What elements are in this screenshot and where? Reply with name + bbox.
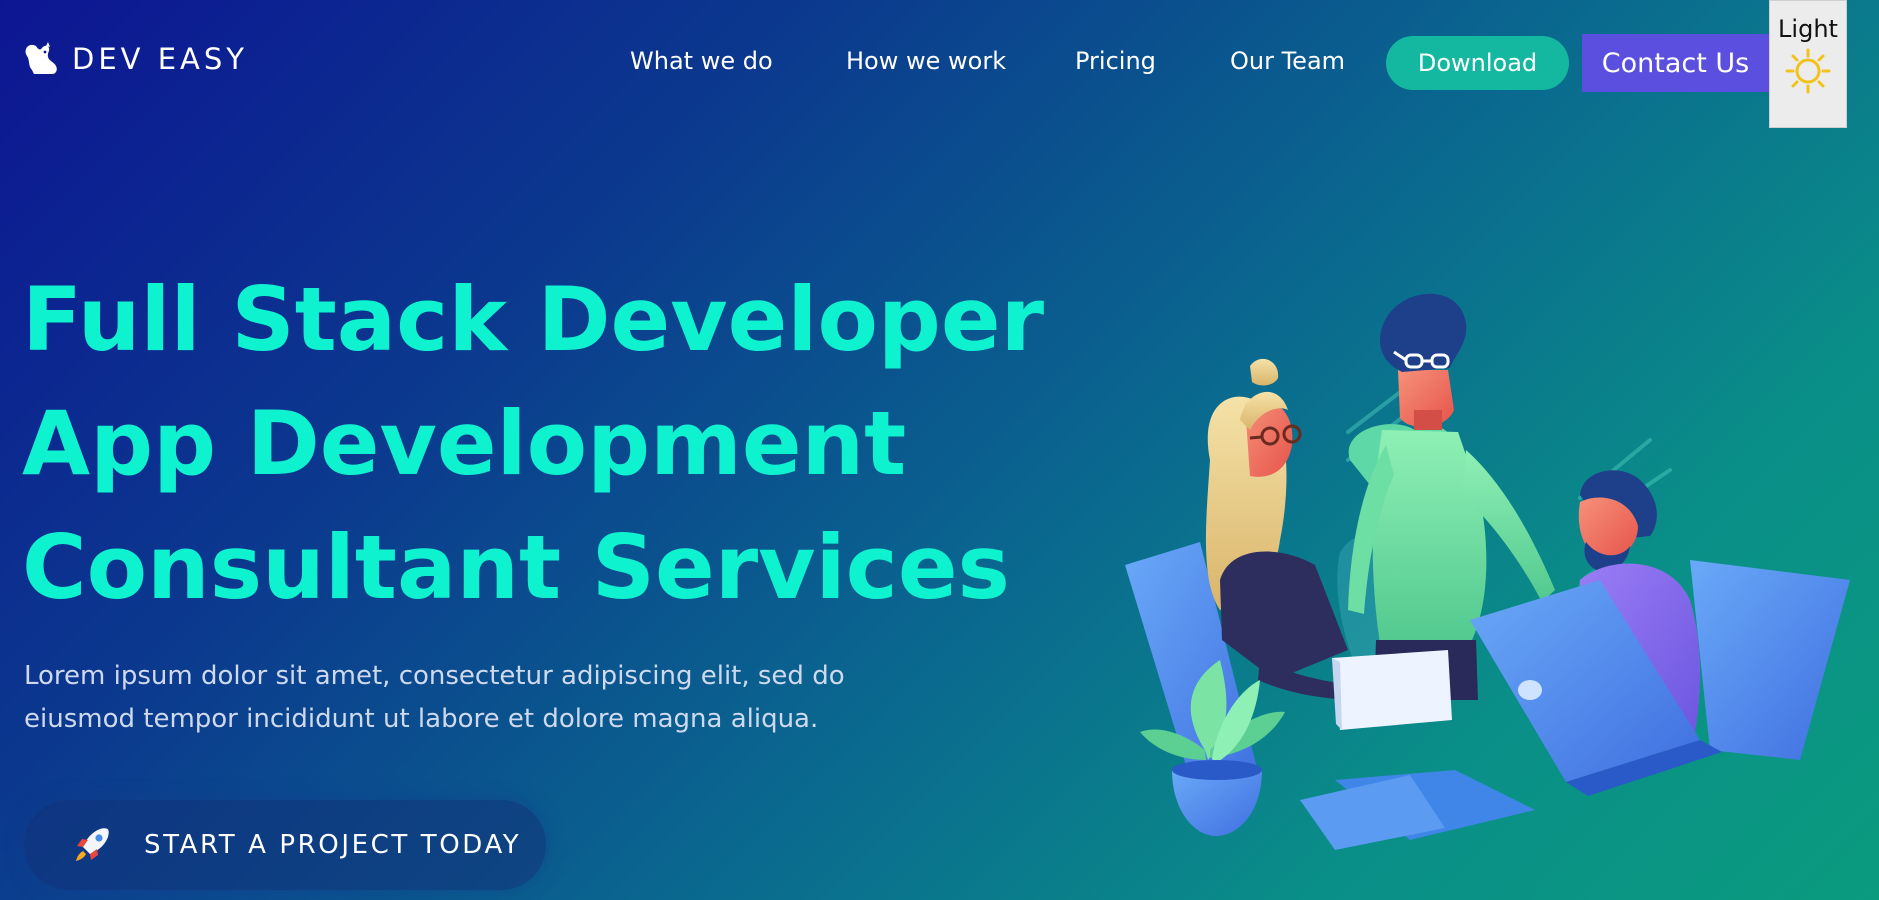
site-header: DEV EASY What we do How we work Pricing … (0, 0, 1879, 130)
hero-subtext: Lorem ipsum dolor sit amet, consectetur … (24, 661, 845, 734)
theme-toggle-label: Light (1778, 15, 1838, 43)
sun-icon (1785, 48, 1831, 94)
team-meeting-illustration (1125, 293, 1850, 850)
squirrel-icon (25, 42, 57, 74)
rocket-icon (76, 828, 109, 861)
contact-us-button[interactable]: Contact Us (1582, 34, 1769, 92)
theme-toggle[interactable]: Light (1769, 0, 1847, 128)
logo[interactable]: DEV EASY (22, 40, 248, 78)
download-button[interactable]: Download (1386, 36, 1569, 90)
hero-headline: Full Stack Developer App Development Con… (22, 258, 1044, 630)
hero-headline-line-1: Full Stack Developer (22, 268, 1044, 371)
nav-link-pricing[interactable]: Pricing (1075, 47, 1156, 75)
download-button-label: Download (1417, 49, 1538, 77)
nav-link-what-we-do[interactable]: What we do (630, 47, 773, 75)
start-project-button[interactable]: START A PROJECT TODAY (24, 800, 546, 890)
contact-us-button-label: Contact Us (1601, 47, 1750, 79)
hero-headline-line-3: Consultant Services (22, 516, 1010, 619)
hero-headline-line-2: App Development (22, 392, 907, 495)
nav-link-our-team[interactable]: Our Team (1230, 47, 1345, 75)
start-project-label: START A PROJECT TODAY (144, 830, 522, 860)
nav-link-how-we-work[interactable]: How we work (846, 47, 1006, 75)
logo-text: DEV EASY (72, 42, 248, 76)
